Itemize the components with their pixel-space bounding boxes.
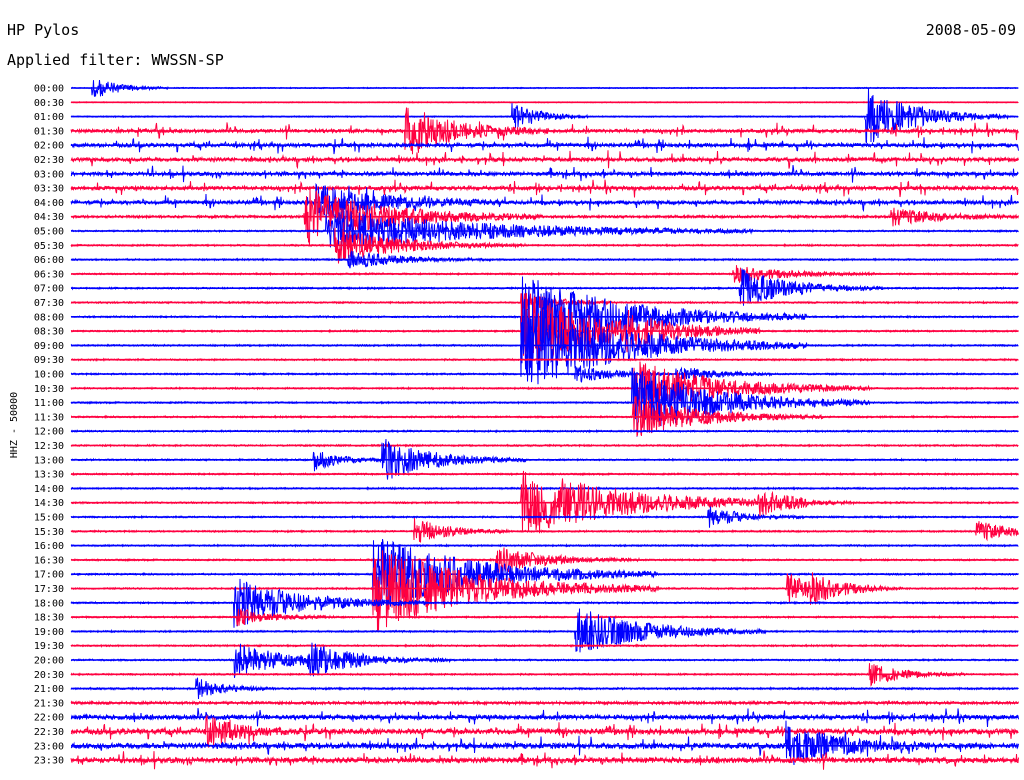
y-tick-label: 01:30 bbox=[34, 126, 64, 137]
y-tick-label: 18:00 bbox=[34, 598, 64, 609]
y-tick-label: 12:30 bbox=[34, 441, 64, 452]
trace-group bbox=[70, 79, 1019, 770]
y-tick-label: 05:30 bbox=[34, 241, 64, 252]
y-tick-label: 03:00 bbox=[34, 169, 64, 180]
y-tick-label: 00:00 bbox=[34, 84, 64, 95]
y-axis-label: HHZ - 50000 bbox=[9, 392, 20, 458]
y-tick-label: 21:00 bbox=[34, 684, 64, 695]
y-tick-label: 19:30 bbox=[34, 641, 64, 652]
y-tick-label: 18:30 bbox=[34, 613, 64, 624]
helicorder-plot: 00:00 00:30 01:00 01:30 02:00 02:30 03:00 03:30… bbox=[9, 79, 1019, 770]
seismic-trace bbox=[70, 518, 1019, 543]
y-tick-label: 14:30 bbox=[34, 498, 64, 509]
y-tick-label: 01:00 bbox=[34, 112, 64, 123]
y-tick-label: 22:00 bbox=[34, 713, 64, 724]
y-tick-label: 22:30 bbox=[34, 727, 64, 738]
y-tick-label: 04:30 bbox=[34, 212, 64, 223]
y-tick-label: 08:00 bbox=[34, 312, 64, 323]
y-tick-label: 21:30 bbox=[34, 698, 64, 709]
y-tick-label: 23:30 bbox=[34, 756, 64, 767]
y-tick-label: 13:30 bbox=[34, 470, 64, 481]
y-tick-label: 23:00 bbox=[34, 741, 64, 752]
y-tick-label: 05:00 bbox=[34, 227, 64, 238]
y-tick-label: 16:00 bbox=[34, 541, 64, 552]
y-tick-label: 04:00 bbox=[34, 198, 64, 209]
y-tick-label: 06:00 bbox=[34, 255, 64, 266]
tick-label-group: 00:00 00:30 01:00 01:30 02:00 02:30 03:00 03:30… bbox=[34, 84, 64, 767]
y-tick-label: 09:00 bbox=[34, 341, 64, 352]
y-tick-label: 06:30 bbox=[34, 269, 64, 280]
y-tick-label: 19:00 bbox=[34, 627, 64, 638]
y-tick-label: 09:30 bbox=[34, 355, 64, 366]
y-tick-label: 02:30 bbox=[34, 155, 64, 166]
y-tick-label: 17:00 bbox=[34, 570, 64, 581]
y-tick-label: 00:30 bbox=[34, 98, 64, 109]
y-tick-label: 11:00 bbox=[34, 398, 64, 409]
y-tick-label: 08:30 bbox=[34, 327, 64, 338]
y-tick-label: 12:00 bbox=[34, 427, 64, 438]
y-tick-label: 15:30 bbox=[34, 527, 64, 538]
y-tick-label: 16:30 bbox=[34, 555, 64, 566]
y-tick-label: 10:30 bbox=[34, 384, 64, 395]
y-tick-label: 17:30 bbox=[34, 584, 64, 595]
y-tick-label: 10:00 bbox=[34, 370, 64, 381]
y-tick-label: 02:00 bbox=[34, 141, 64, 152]
y-tick-label: 11:30 bbox=[34, 412, 64, 423]
y-tick-label: 03:30 bbox=[34, 184, 64, 195]
y-tick-label: 07:30 bbox=[34, 298, 64, 309]
y-tick-label: 15:00 bbox=[34, 513, 64, 524]
y-tick-label: 13:00 bbox=[34, 455, 64, 466]
y-tick-label: 14:00 bbox=[34, 484, 64, 495]
y-tick-label: 20:30 bbox=[34, 670, 64, 681]
y-tick-label: 20:00 bbox=[34, 656, 64, 667]
y-tick-label: 07:00 bbox=[34, 284, 64, 295]
